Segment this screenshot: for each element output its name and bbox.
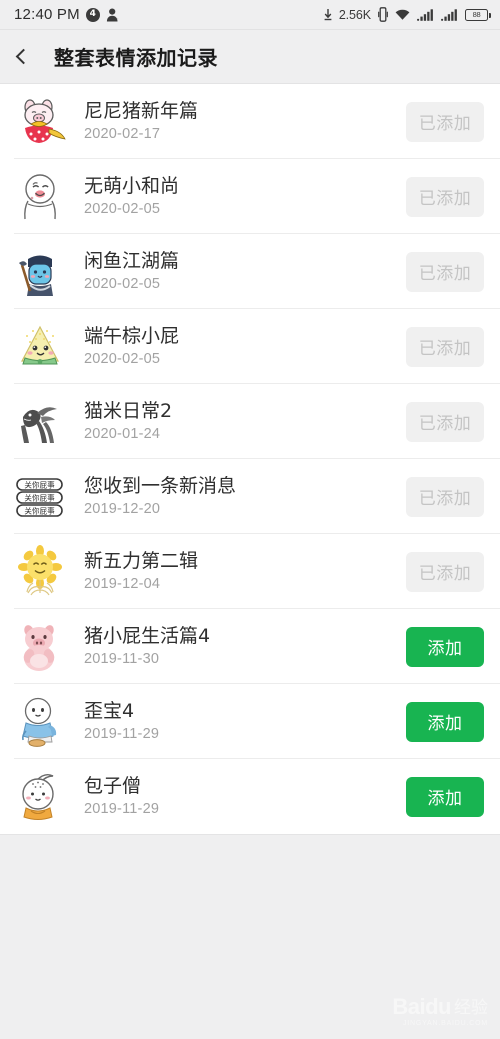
cat-daily-sticker-icon [12, 394, 68, 450]
list-item-title: 端午棕小屁 [84, 325, 180, 347]
watermark-main: Baidu 经验 [392, 996, 488, 1018]
svg-text:关你屁事: 关你屁事 [24, 492, 55, 502]
list-item-date: 2020-02-17 [84, 125, 161, 142]
added-button[interactable]: 已添加 [406, 101, 484, 142]
status-time: 12:40 PM [14, 6, 80, 23]
battery-icon: 88 [465, 8, 491, 21]
waibao-sticker-icon [12, 694, 68, 750]
list-item-meta: 猪小屁生活篇4 2019-11-30 [68, 626, 406, 668]
list-item-date: 2020-01-24 [84, 425, 161, 442]
list-item-meta: 猫米日常2 2020-01-24 [68, 401, 406, 443]
pig-life-sticker-icon [12, 619, 68, 675]
list-item-title: 歪宝4 [84, 700, 135, 722]
added-button[interactable]: 已添加 [406, 476, 484, 517]
list-item-date: 2020-02-05 [84, 350, 161, 367]
xianyu-fish-sticker-icon [12, 244, 68, 300]
vibrate-icon [378, 7, 388, 22]
sunflower-sticker-icon [12, 544, 68, 600]
app-header: 整套表情添加记录 [0, 30, 500, 84]
watermark-brand: Baidu [392, 994, 451, 1019]
page-title: 整套表情添加记录 [54, 46, 218, 70]
status-bar-right: 2.56K 88 [324, 7, 491, 22]
watermark-subtitle: JINGYAN.BAIDU.COM [402, 1020, 488, 1027]
list-item-meta: 新五力第二辑 2019-12-04 [68, 551, 406, 593]
list-item[interactable]: 端午棕小屁 2020-02-05 已添加 [0, 309, 500, 384]
list-item-date: 2019-12-20 [84, 500, 161, 517]
list-item-date: 2020-02-05 [84, 200, 161, 217]
baozi-monk-sticker-icon [12, 769, 68, 825]
list-item-title: 包子僧 [84, 775, 142, 797]
list-item[interactable]: 闲鱼江湖篇 2020-02-05 已添加 [0, 234, 500, 309]
list-item-title: 猪小屁生活篇4 [84, 625, 211, 647]
list-item-title: 闲鱼江湖篇 [84, 250, 180, 272]
list-item-meta: 端午棕小屁 2020-02-05 [68, 326, 406, 368]
list-item-meta: 闲鱼江湖篇 2020-02-05 [68, 251, 406, 293]
add-button[interactable]: 添加 [406, 776, 484, 817]
list-item-title: 新五力第二辑 [84, 550, 199, 572]
status-bar-left: 12:40 PM 4 [14, 6, 119, 23]
signal-bars-icon [417, 8, 434, 21]
added-button[interactable]: 已添加 [406, 176, 484, 217]
list-item-date: 2019-11-30 [84, 650, 160, 667]
list-item-date: 2019-11-29 [84, 725, 160, 742]
zongzi-sticker-icon [12, 319, 68, 375]
watermark-brand-cn: 经验 [454, 998, 488, 1018]
list-item-meta: 歪宝4 2019-11-29 [68, 701, 406, 743]
phone-screen: 12:40 PM 4 2.56K 88 整套表情添加记录 尼尼猪新年篇 2020… [0, 0, 500, 1039]
list-item-title: 您收到一条新消息 [84, 475, 237, 497]
added-button[interactable]: 已添加 [406, 251, 484, 292]
list-item[interactable]: 猫米日常2 2020-01-24 已添加 [0, 384, 500, 459]
list-item-date: 2019-11-29 [84, 800, 160, 817]
battery-level-label: 88 [472, 9, 481, 19]
status-bar: 12:40 PM 4 2.56K 88 [0, 0, 500, 30]
list-item-meta: 尼尼猪新年篇 2020-02-17 [68, 101, 406, 143]
list-item-date: 2020-02-05 [84, 275, 161, 292]
list-item[interactable]: 关你屁事 关你屁事 关你屁事 您收到一条新消息 2019-12-20 已添加 [0, 459, 500, 534]
signal-bars-icon [441, 8, 458, 21]
pig-new-year-sticker-icon [12, 94, 68, 150]
sticker-record-list: 尼尼猪新年篇 2020-02-17 已添加 无萌小和尚 2020-02-05 已… [0, 84, 500, 834]
page-filler: Baidu 经验 JINGYAN.BAIDU.COM [0, 834, 500, 1039]
list-item[interactable]: 猪小屁生活篇4 2019-11-30 添加 [0, 609, 500, 684]
wifi-icon [395, 9, 410, 21]
message-pills-sticker-icon: 关你屁事 关你屁事 关你屁事 [12, 469, 68, 525]
added-button[interactable]: 已添加 [406, 551, 484, 592]
add-button[interactable]: 添加 [406, 701, 484, 742]
list-item[interactable]: 新五力第二辑 2019-12-04 已添加 [0, 534, 500, 609]
list-item[interactable]: 包子僧 2019-11-29 添加 [0, 759, 500, 834]
download-arrow-icon [324, 8, 332, 21]
list-item-title: 无萌小和尚 [84, 175, 180, 197]
data-rate-label: 2.56K [338, 7, 371, 22]
list-item[interactable]: 尼尼猪新年篇 2020-02-17 已添加 [0, 84, 500, 159]
list-item-title: 猫米日常2 [84, 400, 173, 422]
list-item-meta: 无萌小和尚 2020-02-05 [68, 176, 406, 218]
notification-count-badge: 4 [85, 7, 100, 22]
svg-text:关你屁事: 关你屁事 [24, 479, 55, 489]
added-button[interactable]: 已添加 [406, 326, 484, 367]
back-button[interactable] [14, 37, 48, 77]
svg-text:关你屁事: 关你屁事 [24, 505, 55, 515]
list-item-date: 2019-12-04 [84, 575, 161, 592]
little-monk-sticker-icon [12, 169, 68, 225]
list-item[interactable]: 无萌小和尚 2020-02-05 已添加 [0, 159, 500, 234]
list-item-title: 尼尼猪新年篇 [84, 100, 199, 122]
add-button[interactable]: 添加 [406, 626, 484, 667]
list-item-meta: 包子僧 2019-11-29 [68, 776, 406, 818]
person-icon [106, 8, 119, 22]
list-item[interactable]: 歪宝4 2019-11-29 添加 [0, 684, 500, 759]
baidu-jingyan-watermark: Baidu 经验 JINGYAN.BAIDU.COM [392, 996, 488, 1028]
added-button[interactable]: 已添加 [406, 401, 484, 442]
back-chevron-icon [15, 48, 32, 65]
list-item-meta: 您收到一条新消息 2019-12-20 [68, 476, 406, 518]
